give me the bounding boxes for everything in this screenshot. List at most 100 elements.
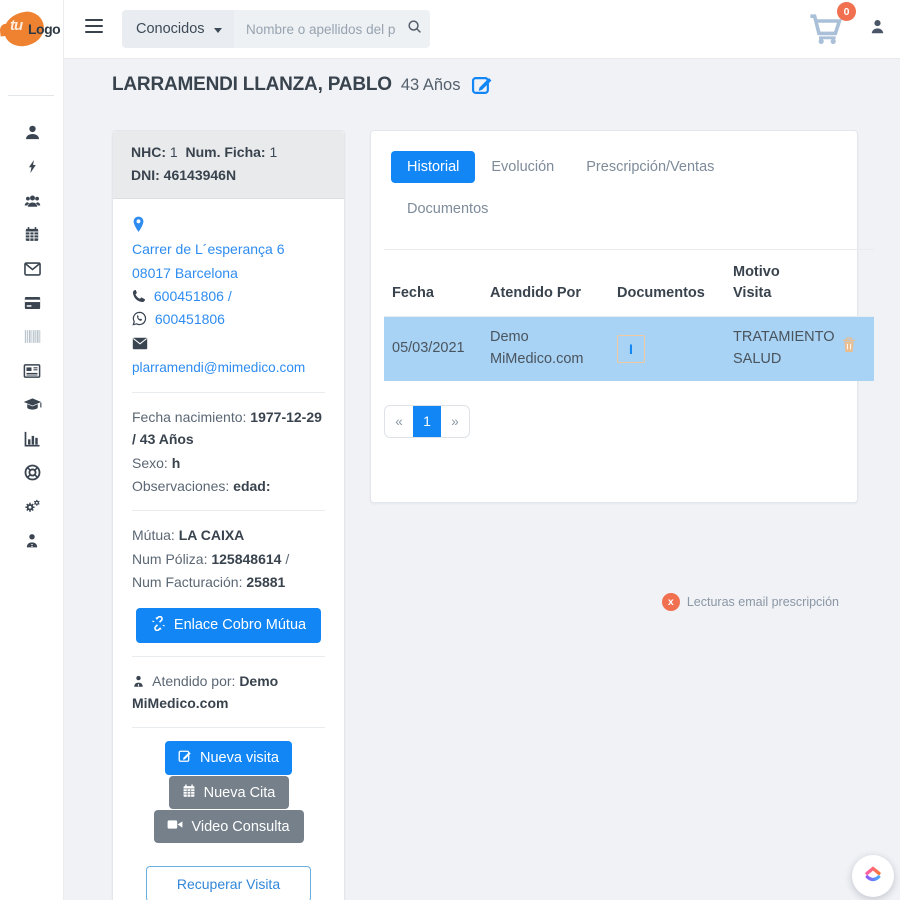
recuperar-visita-label: Recuperar Visita [177,876,280,892]
sidebar-item-patient[interactable] [12,118,52,152]
patient-type-dropdown[interactable]: Conocidos [122,10,236,48]
sidebar-item-news[interactable] [12,356,52,390]
video-camera-icon [167,818,183,835]
mutua-label: Mútua: [132,527,175,543]
lecturas-count-badge[interactable]: x [662,593,680,611]
video-consulta-label: Video Consulta [191,819,289,835]
graduation-cap-icon [23,397,42,418]
action-buttons: Nueva visita Nueva Cita Video Consulta R… [132,741,325,900]
sidebar-item-formacion[interactable] [12,390,52,424]
calendar-icon [24,226,40,248]
sidebar-item-billing[interactable] [12,288,52,322]
phone-icon [132,289,146,303]
barcode-icon [24,329,41,349]
cart-count-badge: 0 [837,2,856,21]
email-icon [132,337,148,353]
app-root: tu Logo Conocidos [0,0,900,900]
table-header-row: Fecha Atendido Por Documentos Motivo Vis… [384,250,874,317]
tab-evolucion[interactable]: Evolución [475,151,570,183]
nueva-visita-button[interactable]: Nueva visita [165,741,292,775]
tab-prescripcion-ventas[interactable]: Prescripción/Ventas [570,151,730,183]
patient-info-body: Carrer de L´esperança 6 08017 Barcelona … [113,199,344,900]
user-icon [24,124,41,146]
video-consulta-button[interactable]: Video Consulta [154,810,304,843]
sidebar-item-patients[interactable] [12,186,52,220]
chevron-down-icon [214,28,222,33]
visits-table: Fecha Atendido Por Documentos Motivo Vis… [384,249,874,381]
help-widget-button[interactable] [852,855,894,897]
address-line1-link[interactable]: Carrer de L´esperança 6 [132,241,285,257]
sidebar-item-support[interactable] [12,458,52,492]
bolt-icon [25,158,40,180]
logo-text-rest: Logo [28,21,60,37]
poliza-label: Num Póliza: [132,551,207,567]
visits-table-wrap: Fecha Atendido Por Documentos Motivo Vis… [384,249,874,381]
ficha-value: 1 [269,144,277,160]
whatsapp-icon [132,311,147,326]
pagination: « 1 » [384,405,470,438]
account-button[interactable] [869,17,886,41]
cart-icon [808,32,844,49]
app-logo[interactable]: tu Logo [2,8,62,56]
facturacion-value: 25881 [246,574,285,590]
sidebar-item-stats[interactable] [12,424,52,458]
pagination-next[interactable]: » [441,406,469,437]
clickup-icon [862,864,884,889]
cart-button[interactable]: 0 [808,13,848,49]
sidebar-item-barcode[interactable] [12,322,52,356]
newspaper-icon [23,364,41,383]
pen-square-icon [178,749,192,767]
users-icon [23,193,42,214]
nhc-label: NHC: [131,144,166,160]
table-row[interactable]: 05/03/2021 Demo MiMedico.com I TRATAMIEN… [384,317,874,381]
col-motivo-visita: Motivo Visita [725,250,824,317]
history-card: Historial Evolución Prescripción/Ventas … [370,130,858,503]
phone-link[interactable]: 600451806 [154,288,224,304]
enlace-cobro-mutua-button[interactable]: Enlace Cobro Mútua [136,608,321,643]
observations-value: edad: [233,478,270,494]
pagination-prev[interactable]: « [385,406,413,437]
cell-atendido: Demo MiMedico.com [482,317,609,381]
address-line2-link[interactable]: 08017 Barcelona [132,265,238,281]
sidebar-item-mail[interactable] [12,254,52,288]
sidebar-item-quick[interactable] [12,152,52,186]
sidebar-item-professionals[interactable] [12,526,52,560]
calendar-plus-icon [182,784,196,802]
sidebar-item-settings[interactable] [12,492,52,526]
menu-toggle-button[interactable] [85,19,103,33]
left-sidebar: tu Logo [0,0,64,900]
col-fecha: Fecha [384,250,482,317]
search-icon[interactable] [407,19,422,39]
whatsapp-link[interactable]: 600451806 [155,311,225,327]
pagination-page-1[interactable]: 1 [413,406,441,437]
patient-info-card: NHC: 1 Num. Ficha: 1 DNI: 46143946N Carr… [112,130,345,900]
poliza-value: 125848614 [211,551,281,567]
delete-visit-trash-icon[interactable] [842,337,856,353]
search-input[interactable] [246,22,405,37]
credit-card-icon [24,296,41,315]
topbar: Conocidos 0 [64,0,900,59]
divider [132,727,325,728]
sidebar-nav [0,118,64,560]
nueva-cita-button[interactable]: Nueva Cita [169,776,289,809]
enlace-cobro-mutua-label: Enlace Cobro Mútua [174,617,306,633]
col-atendido-por: Atendido Por [482,250,609,317]
email-link[interactable]: plarramendi@mimedico.com [132,360,305,375]
poliza-separator: / [285,551,289,567]
lecturas-label: Lecturas email prescripción [687,595,839,609]
history-tabs: Historial Evolución Prescripción/Ventas … [371,131,857,225]
cell-fecha: 05/03/2021 [384,317,482,381]
col-documentos: Documentos [609,250,725,317]
edit-patient-icon[interactable] [471,74,493,96]
patient-name: LARRAMENDI LLANZA, PABLO [112,74,392,96]
col-actions [824,250,874,317]
sidebar-item-agenda[interactable] [12,220,52,254]
envelope-icon [24,262,41,281]
patient-ids-header: NHC: 1 Num. Ficha: 1 DNI: 46143946N [113,131,344,199]
patient-type-label: Conocidos [136,21,205,37]
tab-historial[interactable]: Historial [391,151,475,183]
documents-info-button[interactable]: I [617,335,645,363]
tab-documentos[interactable]: Documentos [391,193,504,225]
divider [132,656,325,657]
recuperar-visita-button[interactable]: Recuperar Visita [146,866,311,900]
